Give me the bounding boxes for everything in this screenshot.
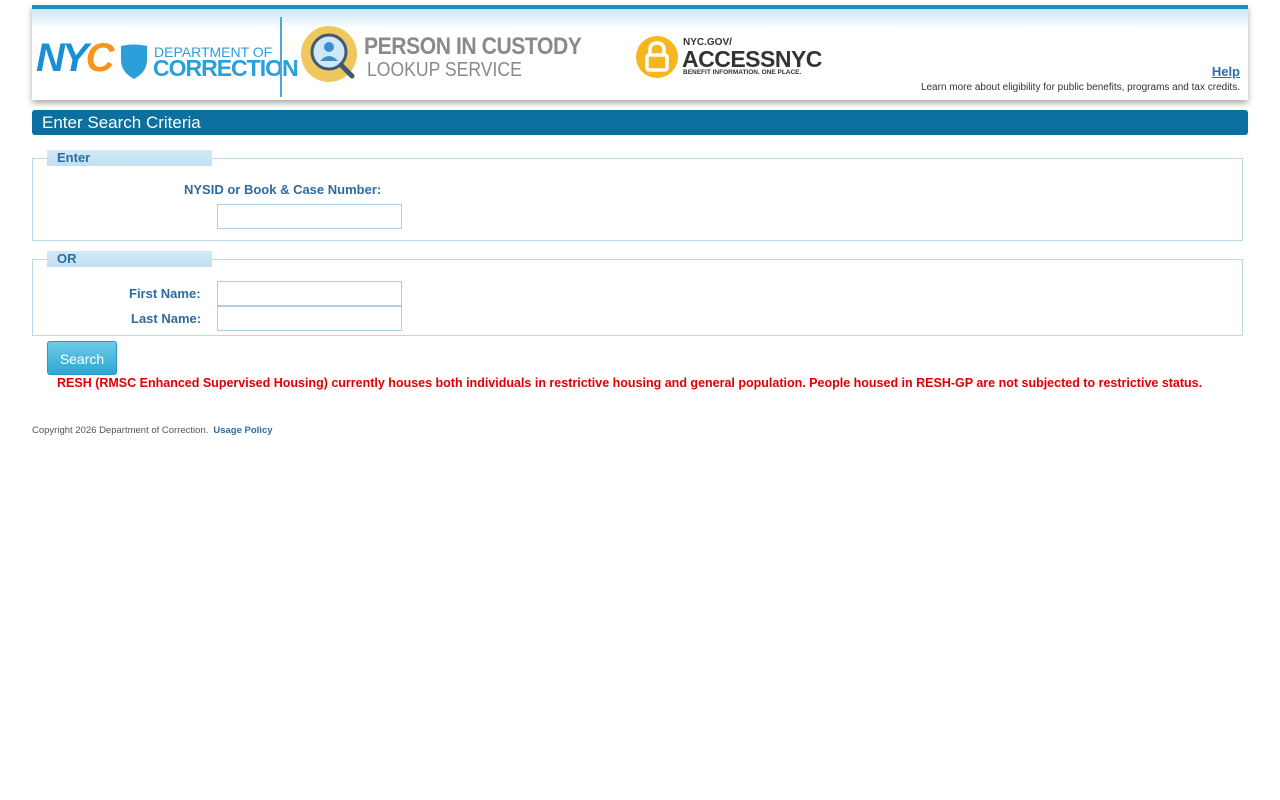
header-divider: [280, 17, 282, 97]
last-name-label: Last Name:: [131, 311, 202, 326]
enter-legend: Enter: [47, 150, 212, 166]
last-name-input[interactable]: [217, 306, 402, 331]
or-fieldset: OR First Name: Last Name:: [32, 251, 1243, 336]
or-legend: OR: [47, 251, 212, 267]
copyright-text: Copyright 2026 Department of Correction.: [32, 425, 209, 436]
magnifier-person-icon: [301, 26, 357, 82]
enter-fieldset: Enter NYSID or Book & Case Number:: [32, 150, 1243, 241]
service-title-line1: PERSON IN CUSTODY: [364, 33, 582, 60]
search-button[interactable]: Search: [47, 341, 117, 375]
site-header: NYC DEPARTMENT OF CORRECTION PERSON IN C…: [32, 5, 1248, 100]
first-name-label: First Name:: [129, 286, 201, 301]
page-title: Enter Search Criteria: [32, 110, 1248, 135]
nyc-logo[interactable]: NYC: [36, 38, 114, 78]
nysid-label: NYSID or Book & Case Number:: [184, 182, 382, 197]
help-description: Learn more about eligibility for public …: [920, 82, 1240, 93]
accessnyc-tagline: BENEFIT INFORMATION. ONE PLACE.: [683, 69, 802, 76]
padlock-icon: [636, 36, 678, 78]
footer: Copyright 2026 Department of Correction.…: [32, 425, 273, 436]
usage-policy-link[interactable]: Usage Policy: [213, 425, 272, 436]
department-line2: CORRECTION: [153, 55, 299, 81]
header-glow: [32, 9, 1248, 29]
nyc-logo-text: NYC: [36, 36, 114, 80]
help-link[interactable]: Help: [1212, 64, 1240, 79]
shield-icon: [121, 44, 147, 79]
first-name-input[interactable]: [217, 281, 402, 306]
resh-notice: RESH (RMSC Enhanced Supervised Housing) …: [57, 376, 1203, 390]
nysid-input[interactable]: [217, 204, 402, 229]
service-title-line2: LOOKUP SERVICE: [367, 59, 522, 81]
